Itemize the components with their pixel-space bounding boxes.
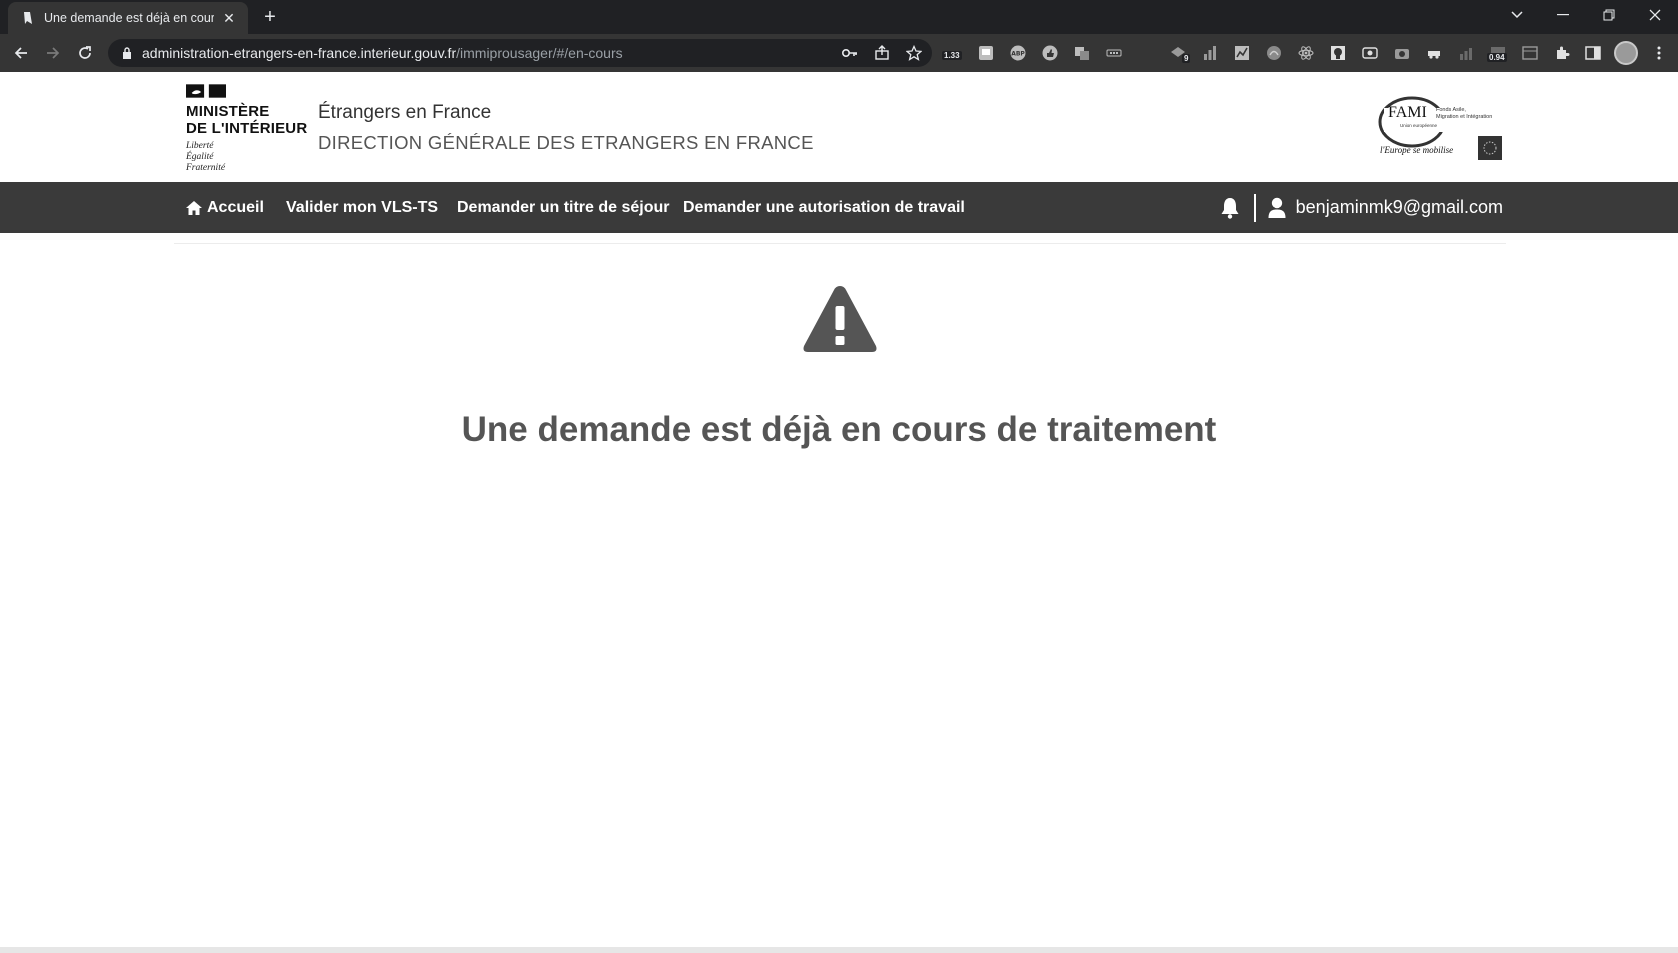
nav-home[interactable]: Accueil bbox=[186, 182, 264, 233]
nav-valider-vls-ts[interactable]: Valider mon VLS-TS bbox=[286, 182, 438, 233]
address-bar[interactable]: administration-etrangers-en-france.inter… bbox=[108, 39, 932, 67]
line-chart-extension-icon[interactable] bbox=[1233, 44, 1251, 62]
motto-fraternite: Fraternité bbox=[186, 163, 226, 173]
reload-button[interactable] bbox=[72, 41, 98, 65]
screen-capture-extension-icon[interactable] bbox=[1361, 44, 1379, 62]
user-area: benjaminmk9@gmail.com bbox=[1220, 182, 1503, 233]
browser-tabstrip: Une demande est déjà en cours c ✕ + bbox=[0, 0, 1678, 34]
extension-badge: 1.33 bbox=[942, 51, 962, 60]
fami-union: Union européenne bbox=[1400, 123, 1438, 128]
back-button[interactable] bbox=[8, 41, 34, 65]
speed-extension-icon[interactable]: 0.94 bbox=[1487, 44, 1507, 62]
marianne-flag-icon bbox=[186, 84, 226, 98]
warning-triangle-icon bbox=[801, 282, 879, 356]
browser-toolbar: administration-etrangers-en-france.inter… bbox=[0, 34, 1678, 72]
profile-avatar-icon[interactable] bbox=[1614, 41, 1638, 65]
car-extension-icon[interactable] bbox=[1425, 44, 1443, 62]
thumbs-up-extension-icon[interactable] bbox=[1041, 44, 1059, 62]
nav-separator bbox=[1253, 193, 1256, 222]
chrome-menu-icon[interactable] bbox=[1650, 44, 1668, 62]
fami-description: Fonds Asile, Migration et Intégration bbox=[1436, 107, 1492, 120]
divider bbox=[174, 243, 1506, 244]
home-icon bbox=[186, 200, 202, 215]
tab-title: Une demande est déjà en cours c bbox=[44, 11, 214, 25]
nav-demander-titre-sejour[interactable]: Demander un titre de séjour bbox=[457, 182, 670, 233]
bell-notifications-icon[interactable] bbox=[1220, 197, 1240, 219]
fami-acronym: FAMI bbox=[1388, 104, 1427, 121]
marianne-favicon-icon bbox=[22, 11, 34, 25]
browser-tab[interactable]: Une demande est déjà en cours c ✕ bbox=[8, 2, 248, 34]
new-tab-button[interactable]: + bbox=[258, 7, 282, 29]
fami-logo: FAMI Fonds Asile, Migration et Intégrati… bbox=[1378, 94, 1504, 164]
zoom-extension-icon[interactable]: 1.33 bbox=[942, 44, 962, 62]
extension-badge: 9 bbox=[1182, 54, 1191, 63]
forward-button[interactable] bbox=[40, 41, 66, 65]
bar-chart-extension-icon[interactable] bbox=[1201, 44, 1219, 62]
ministry-title: MINISTÈRE DE L'INTÉRIEUR bbox=[186, 103, 310, 137]
nav-home-label: Accueil bbox=[207, 198, 264, 216]
close-window-button[interactable] bbox=[1632, 0, 1678, 30]
site-name: Étrangers en France bbox=[318, 102, 492, 123]
site-subtitle: DIRECTION GÉNÉRALE DES ETRANGERS EN FRAN… bbox=[318, 132, 814, 153]
star-bookmark-icon[interactable] bbox=[906, 45, 922, 61]
page: MINISTÈRE DE L'INTÉRIEUR Liberté Égalité… bbox=[0, 72, 1678, 953]
ministry-title-line1: MINISTÈRE bbox=[186, 103, 270, 120]
nav-demander-autorisation-travail[interactable]: Demander une autorisation de travail bbox=[683, 182, 965, 233]
stats-extension-icon[interactable] bbox=[1457, 44, 1475, 62]
motto-egalite: Égalité bbox=[186, 152, 214, 162]
restore-button[interactable] bbox=[1586, 0, 1632, 30]
tab-manager-extension-icon[interactable] bbox=[1521, 44, 1539, 62]
svg-text:ABP: ABP bbox=[1011, 51, 1025, 58]
motto-liberte: Liberté bbox=[186, 141, 214, 151]
fami-slogan: l'Europe se mobilise bbox=[1380, 145, 1454, 155]
minimize-button[interactable] bbox=[1540, 0, 1586, 30]
mask-extension-icon[interactable] bbox=[1329, 44, 1347, 62]
ministry-logo[interactable]: MINISTÈRE DE L'INTÉRIEUR Liberté Égalité… bbox=[186, 84, 310, 176]
lock-icon[interactable] bbox=[122, 47, 132, 59]
user-icon bbox=[1268, 197, 1286, 219]
puzzle-extensions-icon[interactable] bbox=[1553, 44, 1571, 62]
side-panel-icon[interactable] bbox=[1584, 44, 1602, 62]
tab-close-icon[interactable]: ✕ bbox=[220, 9, 238, 27]
share-icon[interactable] bbox=[874, 45, 890, 61]
adblock-icon[interactable]: ABP bbox=[1009, 44, 1027, 62]
layers-extension-icon[interactable]: 9 bbox=[1169, 44, 1191, 63]
note-extension-icon[interactable] bbox=[977, 44, 995, 62]
user-email-link[interactable]: benjaminmk9@gmail.com bbox=[1296, 197, 1503, 218]
page-bottom-border bbox=[0, 947, 1678, 953]
translate-extension-icon[interactable] bbox=[1073, 44, 1091, 62]
status-message: Une demande est déjà en cours de traitem… bbox=[461, 410, 1217, 449]
key-icon[interactable] bbox=[842, 45, 858, 61]
circle-extension-icon[interactable] bbox=[1265, 44, 1283, 62]
url-text[interactable]: administration-etrangers-en-france.inter… bbox=[142, 45, 623, 61]
fami-desc-line2: Migration et Intégration bbox=[1436, 113, 1493, 120]
react-extension-icon[interactable] bbox=[1297, 44, 1315, 62]
tab-search-icon[interactable] bbox=[1494, 0, 1540, 30]
main-navigation: Accueil Valider mon VLS-TS Demander un t… bbox=[0, 182, 1678, 233]
extension-badge: 0.94 bbox=[1487, 53, 1507, 62]
ministry-title-line2: DE L'INTÉRIEUR bbox=[186, 120, 308, 137]
camera-extension-icon[interactable] bbox=[1393, 44, 1411, 62]
more-dots-extension-icon[interactable] bbox=[1105, 44, 1123, 62]
republic-motto: Liberté Égalité Fraternité bbox=[186, 141, 310, 174]
